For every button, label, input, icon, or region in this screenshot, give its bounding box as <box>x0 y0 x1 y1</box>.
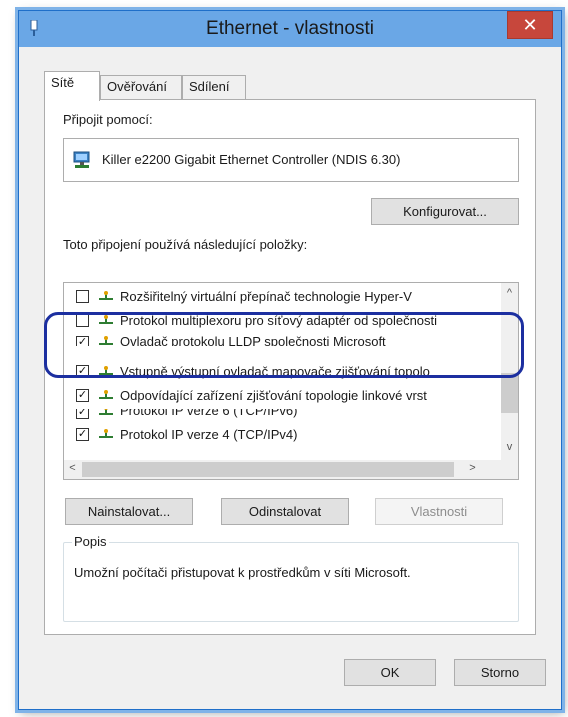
vertical-scroll-thumb[interactable] <box>501 373 518 413</box>
network-protocol-icon <box>99 336 113 345</box>
adapter-field: Killer e2200 Gigabit Ethernet Controller… <box>63 138 519 182</box>
item-checkbox[interactable]: ✓ <box>76 336 89 346</box>
tab-label: Sítě <box>51 75 75 90</box>
item-label: Protokol multiplexoru pro síťový adaptér… <box>120 313 438 328</box>
dialog-client: Sítě Ověřování Sdílení Připojit pomocí: … <box>26 47 554 705</box>
description-group: Popis Umožní počítači přistupovat k pros… <box>63 534 519 622</box>
tab-sharing[interactable]: Sdílení <box>182 75 246 99</box>
tab-networking[interactable]: Sítě <box>44 71 100 101</box>
description-text: Umožní počítači přistupovat k prostředků… <box>74 565 411 580</box>
item-label: Protokol IP verze 6 (TCP/IPv6) <box>120 409 298 418</box>
tab-label: Ověřování <box>107 79 167 94</box>
network-protocol-icon <box>99 366 113 375</box>
description-title: Popis <box>72 534 109 549</box>
ok-button[interactable]: OK <box>344 659 436 686</box>
cancel-button[interactable]: Storno <box>454 659 546 686</box>
horizontal-scrollbar[interactable]: < > <box>64 460 518 479</box>
list-item[interactable]: Protokol multiplexoru pro síťový adaptér… <box>64 311 484 331</box>
item-label: Vstupně výstupní ovladač mapovače zjišťo… <box>120 364 430 379</box>
window-title: Ethernet - vlastnosti <box>206 18 374 39</box>
list-item[interactable]: Rozšiřitelný virtuální přepínač technolo… <box>64 287 484 307</box>
network-protocol-icon <box>99 409 113 415</box>
vertical-scrollbar[interactable]: ^ v <box>501 283 518 461</box>
items-label: Toto připojení používá následující polož… <box>63 237 308 252</box>
network-protocol-icon <box>99 429 113 438</box>
adapter-name: Killer e2200 Gigabit Ethernet Controller… <box>102 152 401 167</box>
item-checkbox[interactable] <box>76 290 89 303</box>
item-label: Rozšiřitelný virtuální přepínač technolo… <box>120 289 412 304</box>
item-label: Ovladač protokolu LLDP společnosti Micro… <box>120 335 386 346</box>
scroll-up-icon[interactable]: ^ <box>501 287 518 299</box>
item-checkbox[interactable]: ✓ <box>76 409 89 419</box>
network-protocol-icon <box>99 315 113 324</box>
properties-button[interactable]: Vlastnosti <box>375 498 503 525</box>
tab-authentication[interactable]: Ověřování <box>100 75 182 99</box>
network-protocol-icon <box>99 291 113 300</box>
scroll-down-icon[interactable]: v <box>501 441 518 453</box>
list-item[interactable]: ✓ Odpovídající zařízení zjišťování topol… <box>64 386 484 406</box>
configure-button[interactable]: Konfigurovat... <box>371 198 519 225</box>
properties-dialog: Ethernet - vlastnosti ✕ Sítě Ověřování S… <box>18 10 562 710</box>
tab-page-networking: Připojit pomocí: Killer e2200 Gigabit Et… <box>44 99 536 635</box>
scroll-right-icon[interactable]: > <box>464 462 481 474</box>
connect-using-label: Připojit pomocí: <box>63 112 153 127</box>
install-button[interactable]: Nainstalovat... <box>65 498 193 525</box>
item-label: Protokol IP verze 4 (TCP/IPv4) <box>120 427 298 442</box>
title-bar[interactable]: Ethernet - vlastnosti ✕ <box>19 11 561 47</box>
item-checkbox[interactable]: ✓ <box>76 389 89 402</box>
items-listbox[interactable]: Rozšiřitelný virtuální přepínač technolo… <box>63 282 519 480</box>
list-item[interactable]: ✓ Ovladač protokolu LLDP společnosti Mic… <box>64 335 484 346</box>
network-protocol-icon <box>99 390 113 399</box>
item-checkbox[interactable] <box>76 314 89 327</box>
scroll-left-icon[interactable]: < <box>64 462 81 474</box>
network-adapter-icon <box>73 151 90 168</box>
list-item[interactable]: ✓ Protokol IP verze 4 (TCP/IPv4) <box>64 425 484 445</box>
item-checkbox[interactable]: ✓ <box>76 365 89 378</box>
horizontal-scroll-thumb[interactable] <box>82 462 454 477</box>
item-label: Odpovídající zařízení zjišťování topolog… <box>120 388 427 403</box>
close-icon: ✕ <box>522 15 538 35</box>
list-item[interactable]: ✓ Vstupně výstupní ovladač mapovače zjiš… <box>64 362 484 382</box>
close-button[interactable]: ✕ <box>507 11 553 39</box>
uninstall-button[interactable]: Odinstalovat <box>221 498 349 525</box>
item-checkbox[interactable]: ✓ <box>76 428 89 441</box>
tab-label: Sdílení <box>189 79 230 94</box>
list-item[interactable]: ✓ Protokol IP verze 6 (TCP/IPv6) <box>64 409 484 419</box>
